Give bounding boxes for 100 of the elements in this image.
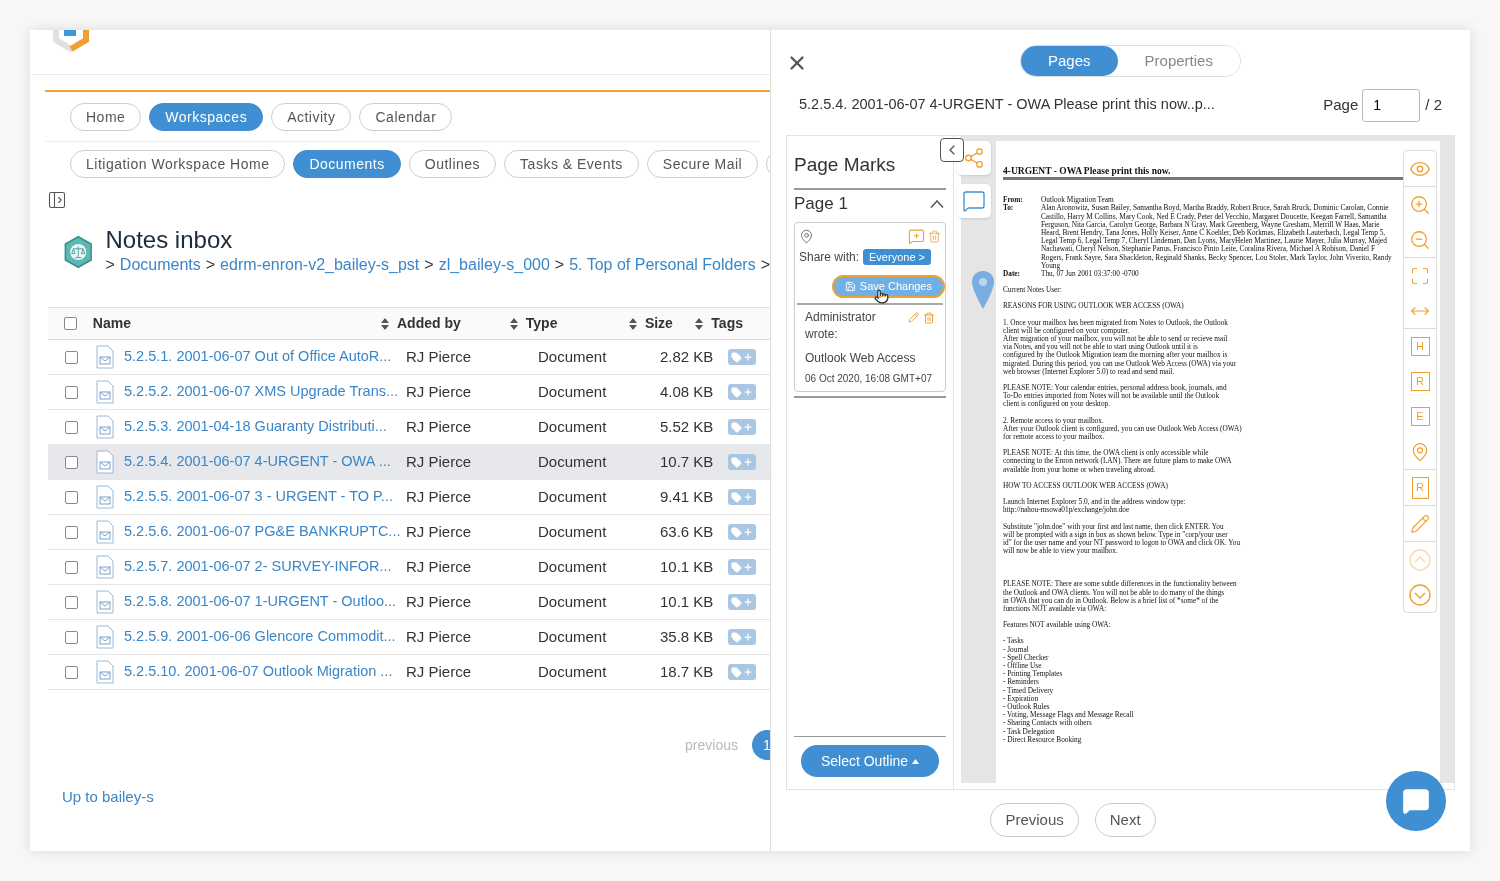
sort-icon[interactable]	[628, 317, 637, 330]
sort-icon[interactable]	[381, 317, 389, 330]
page-label: Page	[1323, 94, 1359, 115]
plus-icon	[743, 667, 753, 677]
tag-button[interactable]	[728, 419, 756, 435]
table-cell-text: Document	[538, 556, 608, 577]
pin-icon	[799, 228, 814, 244]
plus-icon	[743, 387, 753, 397]
letter-tool-button[interactable]: H	[1410, 337, 1430, 356]
delete-icon[interactable]	[923, 311, 935, 324]
checkbox[interactable]	[64, 490, 78, 504]
document-link[interactable]: 5.2.5.2. 2001-06-07 XMS Upgrade Trans...	[124, 381, 399, 403]
email-file-icon	[96, 660, 114, 684]
document-link[interactable]: 5.2.5.9. 2001-06-06 Glencore Commodit...	[124, 626, 396, 648]
document-title: 5.2.5.4. 2001-06-07 4-URGENT - OWA Please print this now..p...	[799, 95, 1215, 115]
share-button[interactable]: Everyone >	[863, 248, 931, 265]
document-link[interactable]: 5.2.5.6. 2001-06-07 PG&E BANKRUPTC...	[124, 521, 401, 543]
letter-tool-button[interactable]: R	[1410, 372, 1430, 391]
tab-button[interactable]: Outlines	[408, 150, 497, 178]
breadcrumb-link[interactable]: zl_bailey-s_000	[438, 253, 550, 277]
page-accordion-header[interactable]: Page 1	[794, 187, 946, 218]
tag-button[interactable]	[728, 454, 756, 470]
email-file-icon	[96, 590, 114, 614]
breadcrumb-separator: >	[424, 255, 434, 275]
page-nav-button[interactable]: Next	[1094, 803, 1156, 837]
page-input[interactable]: 1	[1362, 88, 1421, 122]
letter-tool-button[interactable]: E	[1410, 407, 1430, 426]
tab-button[interactable]: Tasks & Events	[504, 150, 639, 178]
sort-icon[interactable]	[695, 317, 704, 330]
tab-button[interactable]: Home	[70, 103, 142, 131]
logo-icon	[52, 30, 90, 52]
tab-button[interactable]: Activity	[271, 103, 352, 131]
document-link[interactable]: 5.2.5.8. 2001-06-07 1-URGENT - Outloo...	[124, 591, 397, 613]
table-cell-text: 2.82 KB	[660, 346, 715, 367]
tab-button[interactable]: Workspaces	[149, 103, 264, 131]
tab-button[interactable]: Calendar	[359, 103, 453, 131]
column-header: Tags	[711, 314, 743, 333]
tag-button[interactable]	[728, 349, 756, 365]
email-file-icon	[96, 415, 114, 439]
table-cell-text: RJ Pierce	[406, 346, 473, 367]
caret-icon	[912, 758, 920, 764]
tag-button[interactable]	[728, 489, 756, 505]
tag-button[interactable]	[728, 664, 756, 680]
checkbox[interactable]	[64, 525, 78, 539]
checkbox[interactable]	[64, 595, 78, 609]
document-link[interactable]: 5.2.5.10. 2001-06-07 Outlook Migration ...	[124, 661, 393, 683]
tab-button[interactable]: Litigation Workspace Home	[70, 150, 286, 178]
segment-tab[interactable]: Pages	[1021, 46, 1118, 76]
tab-button[interactable]: Documents	[293, 150, 401, 178]
breadcrumb-separator: >	[554, 255, 565, 275]
up-link[interactable]: Up to bailey-s	[62, 786, 154, 809]
document-heading: 4-URGENT - OWA Please print this now.	[1003, 167, 1405, 181]
collapse-panel-button[interactable]	[940, 138, 964, 162]
checkbox[interactable]	[64, 630, 78, 644]
checkbox[interactable]	[64, 455, 78, 469]
checkbox[interactable]	[64, 420, 78, 434]
sort-icon[interactable]	[509, 317, 518, 330]
document-link[interactable]: 5.2.5.5. 2001-06-07 3 - URGENT - TO P...	[124, 486, 393, 508]
document-link[interactable]: 5.2.5.7. 2001-06-07 2- SURVEY-INFOR...	[124, 556, 392, 578]
document-link[interactable]: 5.2.5.4. 2001-06-07 4-URGENT - OWA ...	[124, 451, 391, 473]
tag-icon	[731, 351, 742, 363]
tag-button[interactable]	[728, 384, 756, 400]
checkbox[interactable]	[64, 350, 78, 364]
tab-button[interactable]: Secure Mail	[646, 150, 759, 178]
table-cell-text: 10.1 KB	[660, 556, 715, 577]
table-cell-text: RJ Pierce	[406, 521, 473, 542]
table-cell-text: 4.08 KB	[660, 381, 715, 402]
add-comment-icon[interactable]	[908, 227, 925, 245]
tag-icon	[731, 561, 742, 573]
page-tool-button[interactable]: R	[1411, 476, 1429, 499]
column-header: Name	[92, 314, 131, 333]
chat-button[interactable]	[1386, 771, 1446, 831]
tag-button[interactable]	[728, 559, 756, 575]
table-cell-text: 35.8 KB	[660, 626, 715, 647]
page-nav-button[interactable]: Previous	[990, 803, 1079, 837]
comment-tool-button[interactable]	[957, 184, 991, 218]
plus-icon	[743, 457, 753, 467]
select-outline-button[interactable]: Select Outline	[800, 745, 940, 777]
table-cell-text: Document	[538, 381, 608, 402]
checkbox[interactable]	[64, 385, 78, 399]
breadcrumb-link[interactable]: Documents	[119, 253, 201, 277]
tag-button[interactable]	[728, 594, 756, 610]
tag-button[interactable]	[728, 629, 756, 645]
email-file-icon	[96, 380, 114, 404]
checkbox[interactable]	[63, 317, 77, 330]
tag-button[interactable]	[728, 524, 756, 540]
document-link[interactable]: 5.2.5.1. 2001-06-07 Out of Office AutoR...	[124, 346, 392, 368]
table-cell-text: 5.52 KB	[660, 416, 715, 437]
breadcrumb-link[interactable]: edrm-enron-v2_bailey-s_pst	[220, 253, 420, 277]
checkbox[interactable]	[64, 665, 78, 679]
table-cell-text: RJ Pierce	[406, 451, 473, 472]
edit-icon[interactable]	[908, 311, 919, 323]
delete-icon[interactable]	[928, 229, 941, 243]
document-link[interactable]: 5.2.5.3. 2001-04-18 Guaranty Distributi...	[124, 416, 387, 438]
sidebar-toggle-icon[interactable]	[47, 190, 67, 210]
table-row[interactable]: 5.2.5.4. 2001-06-07 4-URGENT - OWA ... RJ Pierce Document 10.7 KB	[48, 445, 770, 480]
checkbox[interactable]	[64, 560, 78, 574]
save-button[interactable]: Save Changes	[831, 274, 945, 298]
page-number-button[interactable]: 1	[752, 730, 770, 760]
breadcrumb-link[interactable]: 5. Top of Personal Folders	[569, 253, 756, 277]
